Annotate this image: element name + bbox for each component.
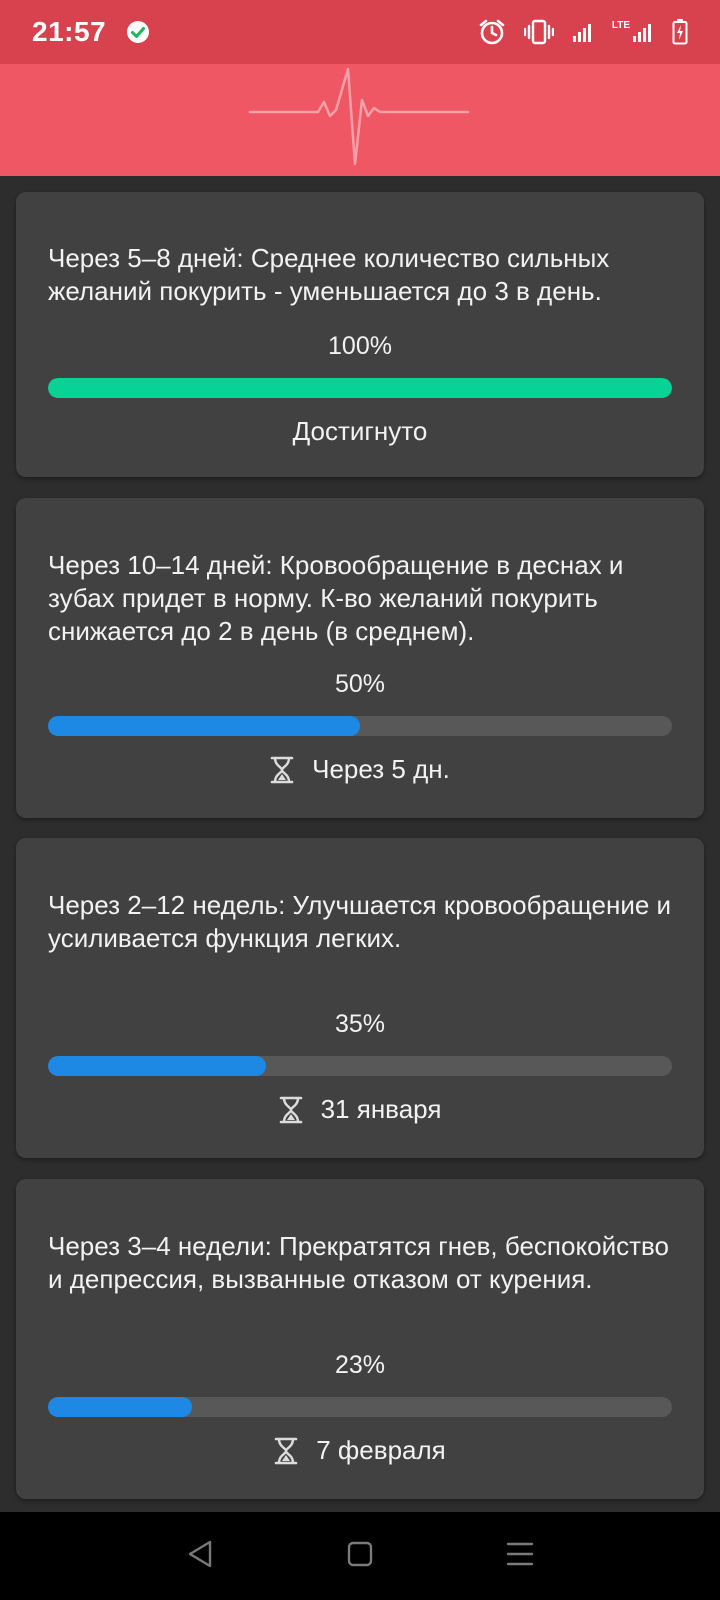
- battery-charging-icon: [672, 19, 688, 45]
- milestone-text: Через 3–4 недели: Прекратятся гнев, бесп…: [48, 1231, 669, 1294]
- home-button[interactable]: [328, 1524, 392, 1588]
- status-text: Достигнуто: [292, 416, 428, 446]
- signal-icon: [572, 21, 594, 43]
- network-type-label: LTE: [611, 20, 630, 31]
- milestone-status: 31 января: [16, 1094, 704, 1125]
- milestone-percent: 50%: [334, 670, 386, 698]
- status-text: Через 5 дн.: [312, 754, 450, 784]
- milestone-percent: 35%: [334, 1010, 386, 1038]
- status-text: 7 февраля: [316, 1435, 446, 1465]
- alarm-icon: [478, 18, 506, 46]
- progress-fill: [48, 378, 672, 398]
- milestone-text: Через 5–8 дней: Среднее количество сильн…: [48, 243, 610, 306]
- progress-fill: [48, 1397, 192, 1417]
- milestone-card: Через 5–8 дней: Среднее количество сильн…: [16, 192, 704, 477]
- milestone-text: Через 10–14 дней: Кровообращение в десна…: [48, 550, 624, 646]
- milestone-card: Через 10–14 дней: Кровообращение в десна…: [16, 498, 704, 818]
- milestone-percent: 100%: [328, 332, 392, 360]
- hourglass-icon: [270, 756, 294, 784]
- hourglass-icon: [274, 1437, 298, 1465]
- milestone-text: Через 2–12 недель: Улучшается кровообращ…: [48, 890, 672, 953]
- progress-bar: [48, 716, 672, 736]
- status-text: 31 января: [320, 1094, 442, 1124]
- navigation-bar: [0, 1512, 720, 1600]
- app-header: [0, 64, 720, 176]
- heartbeat-icon: [240, 67, 480, 173]
- progress-bar: [48, 1056, 672, 1076]
- milestones-list[interactable]: Через 5–8 дней: Среднее количество сильн…: [0, 176, 720, 1512]
- status-time: 21:57: [32, 16, 107, 47]
- progress-bar: [48, 1397, 672, 1417]
- progress-fill: [48, 1056, 267, 1076]
- milestone-percent: 23%: [334, 1351, 386, 1379]
- milestone-status: 7 февраля: [16, 1435, 704, 1466]
- status-bar: 21:57 LTE: [0, 0, 720, 64]
- recents-icon: [506, 1541, 534, 1572]
- recents-button[interactable]: [488, 1524, 552, 1588]
- back-button[interactable]: [168, 1524, 232, 1588]
- check-circle-icon: [126, 20, 150, 44]
- progress-fill: [48, 716, 360, 736]
- hourglass-icon: [279, 1096, 303, 1124]
- progress-bar: [48, 378, 672, 398]
- milestone-status: Достигнуто: [16, 416, 704, 447]
- milestone-card: Через 2–12 недель: Улучшается кровообращ…: [16, 838, 704, 1158]
- lte-signal-icon: LTE: [612, 21, 654, 43]
- milestone-status: Через 5 дн.: [16, 754, 704, 785]
- milestone-card: Через 3–4 недели: Прекратятся гнев, бесп…: [16, 1179, 704, 1499]
- back-icon: [186, 1539, 214, 1574]
- home-icon: [347, 1541, 373, 1572]
- status-icons: LTE: [478, 18, 688, 46]
- vibrate-icon: [523, 19, 554, 45]
